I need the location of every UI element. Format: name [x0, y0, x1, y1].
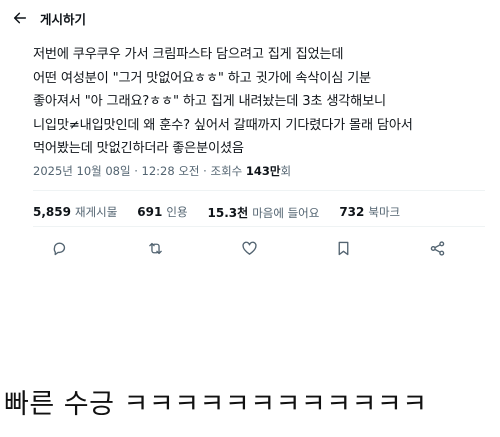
heart-icon	[241, 241, 257, 255]
post-line: 어떤 여성분이 "그거 맛없어요ㅎㅎ" 하고 귓가에 속삭이심 기분	[33, 70, 371, 86]
divider	[33, 190, 485, 191]
bookmarks-label: 북마크	[368, 205, 401, 219]
like-button[interactable]	[237, 236, 261, 260]
share-icon	[430, 240, 444, 256]
top-bar: 게시하기	[0, 0, 500, 36]
likes-stat[interactable]: 15.3천 마음에 들어요	[208, 204, 320, 221]
post-line: 니입맛≠내입맛인데 왜 훈수? 싶어서 갈때까지 기다렸다가 몰래 담아서	[33, 117, 413, 133]
divider	[33, 226, 485, 227]
bookmarks-count: 732	[339, 205, 365, 219]
page-title: 게시하기	[40, 12, 87, 27]
reposts-label: 재게시물	[74, 205, 118, 219]
meme-caption: 빠른 수긍 ㅋㅋㅋㅋㅋㅋㅋㅋㅋㅋㅋㅋ	[4, 389, 428, 420]
post-line: 좋아져서 "아 그래요?ㅎㅎ" 하고 집게 내려놨는데 3초 생각해보니	[33, 94, 386, 110]
views-label: 조회수	[210, 164, 246, 178]
engagement-stats: 5,859 재게시물 691 인용 15.3천 마음에 들어요 732 북마크	[33, 204, 420, 221]
quotes-stat[interactable]: 691 인용	[137, 204, 187, 221]
reposts-count: 5,859	[33, 205, 71, 219]
bookmark-icon	[338, 241, 348, 255]
reply-icon	[53, 242, 65, 255]
back-button[interactable]	[8, 6, 32, 30]
post-line: 먹어봤는데 맛없긴하더라 좋은분이셨음	[33, 141, 244, 157]
views-unit: 회	[280, 164, 292, 178]
quotes-label: 인용	[166, 205, 188, 219]
reposts-stat[interactable]: 5,859 재게시물	[33, 204, 117, 221]
views-count: 143만	[245, 164, 281, 178]
action-bar	[33, 236, 463, 260]
quotes-count: 691	[137, 205, 163, 219]
share-button[interactable]	[425, 236, 449, 260]
post-text: 저번에 쿠우쿠우 가서 크림파스타 담으려고 집게 집었는데 어떤 여성분이 "…	[33, 43, 483, 161]
repost-button[interactable]	[143, 236, 167, 260]
post-line: 저번에 쿠우쿠우 가서 크림파스타 담으려고 집게 집었는데	[33, 47, 344, 62]
bookmark-button[interactable]	[331, 236, 355, 260]
likes-label: 마음에 들어요	[252, 206, 320, 220]
post-datetime[interactable]: 2025년 10월 08일 · 12:28 오전 ·	[33, 164, 210, 178]
repost-icon	[148, 242, 162, 254]
bookmarks-stat[interactable]: 732 북마크	[339, 204, 400, 221]
likes-count: 15.3천	[207, 206, 249, 220]
post-meta: 2025년 10월 08일 · 12:28 오전 · 조회수 143만회	[33, 163, 291, 179]
arrow-left-icon	[13, 12, 27, 24]
reply-button[interactable]	[47, 236, 71, 260]
